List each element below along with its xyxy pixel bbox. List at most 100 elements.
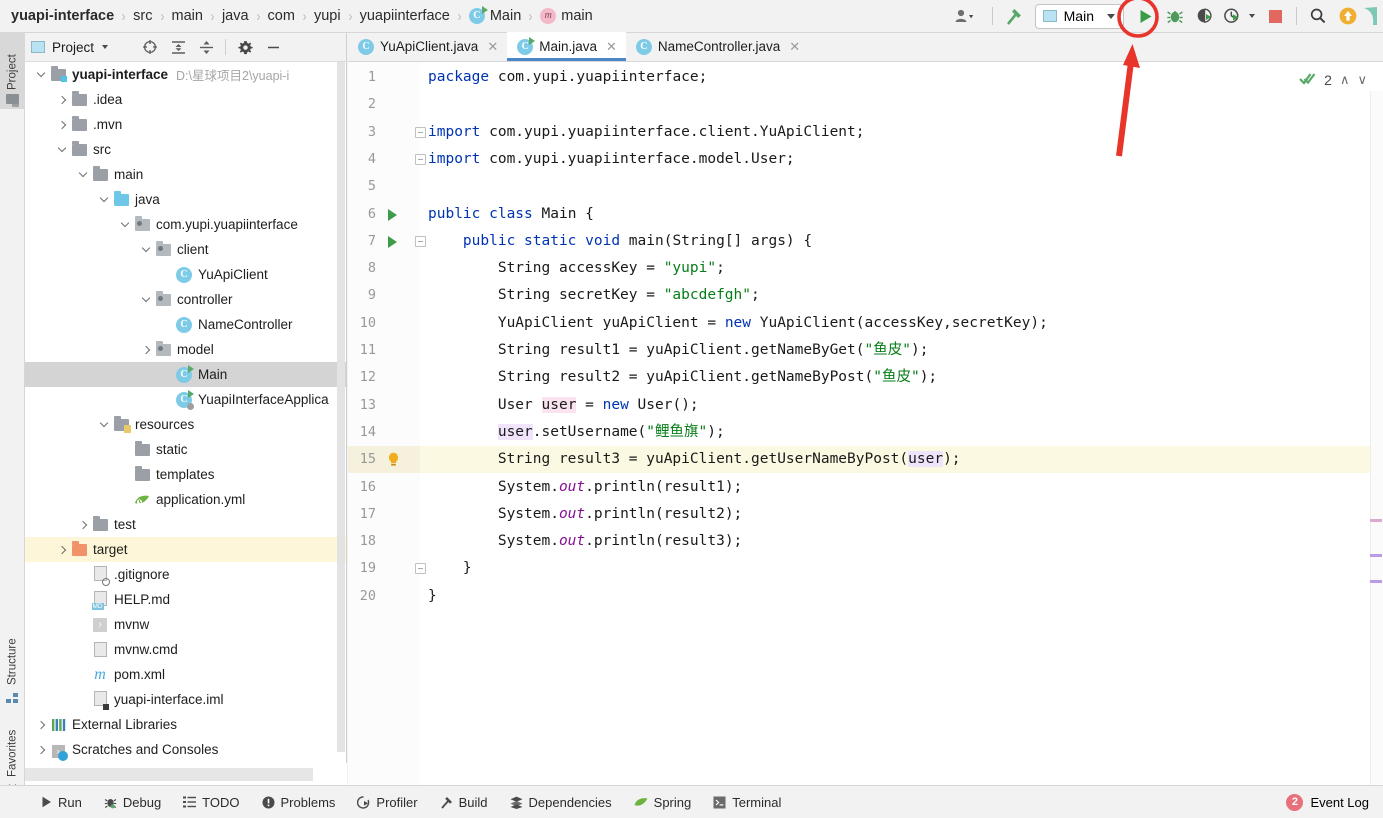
chevron-right-icon[interactable] [33, 717, 49, 733]
tree-node-static[interactable]: static [25, 437, 346, 462]
gutter-run-icon[interactable] [388, 235, 397, 248]
tree-node-client[interactable]: client [25, 237, 346, 262]
chevron-right-icon[interactable] [75, 517, 91, 533]
build-hammer-icon[interactable] [999, 2, 1029, 30]
breadcrumb-item-main[interactable]: C Main [468, 7, 521, 25]
intention-bulb-icon[interactable] [387, 452, 399, 466]
tree-node-yuapiclient[interactable]: C YuApiClient [25, 262, 346, 287]
prev-highlight-button[interactable]: ∧ [1340, 72, 1350, 88]
update-button[interactable] [1333, 2, 1363, 30]
tree-node-namecontroller[interactable]: C NameController [25, 312, 346, 337]
tree-node-mvnw[interactable]: › mvnw [25, 612, 346, 637]
chevron-down-icon[interactable] [138, 292, 154, 308]
editor-tab-namecontroller-java[interactable]: C NameController.java ✕ [626, 32, 809, 61]
run-button[interactable] [1130, 2, 1160, 30]
tree-node-target[interactable]: target [25, 537, 346, 562]
debug-button[interactable] [1160, 2, 1190, 30]
tree-node-help-md[interactable]: MD HELP.md [25, 587, 346, 612]
tree-node-main[interactable]: main [25, 162, 346, 187]
search-button[interactable] [1303, 2, 1333, 30]
profiler-dropdown[interactable] [1244, 2, 1260, 30]
tree-node-application-yml[interactable]: application.yml [25, 487, 346, 512]
status-bar-terminal[interactable]: Terminal [702, 786, 792, 818]
editor-marker[interactable] [1370, 519, 1382, 522]
close-icon[interactable]: ✕ [606, 39, 617, 55]
inspection-widget[interactable]: 2 ∧ ∨ [1299, 71, 1367, 89]
editor-tab-yuapiclient-java[interactable]: C YuApiClient.java ✕ [348, 32, 507, 61]
close-icon[interactable]: ✕ [789, 39, 800, 55]
status-bar-todo[interactable]: TODO [172, 786, 250, 818]
tree-node-yuapi-interface-iml[interactable]: yuapi-interface.iml [25, 687, 346, 712]
chevron-down-icon[interactable] [96, 192, 112, 208]
breadcrumb-item-yuapi-interface[interactable]: yuapi-interface [11, 8, 114, 24]
account-avatar[interactable] [1363, 2, 1377, 30]
tree-node-test[interactable]: test [25, 512, 346, 537]
tree-node-external-libraries[interactable]: External Libraries [25, 712, 346, 737]
breadcrumb-item-main[interactable]: m main [540, 7, 593, 25]
chevron-down-icon[interactable] [138, 242, 154, 258]
tree-node-yuapiinterfaceapplica[interactable]: C YuapiInterfaceApplica [25, 387, 346, 412]
project-tree-vscrollbar[interactable] [336, 62, 346, 762]
tree-node--gitignore[interactable]: .gitignore [25, 562, 346, 587]
chevron-right-icon[interactable] [54, 92, 70, 108]
breadcrumb-item-yuapiinterface[interactable]: yuapiinterface [360, 8, 450, 24]
code-content[interactable]: package com.yupi.yuapiinterface; import c… [420, 62, 1383, 785]
tree-node-controller[interactable]: controller [25, 287, 346, 312]
editor-marker-bar[interactable] [1370, 91, 1383, 814]
tree-node-scratches-and-consoles[interactable]: › Scratches and Consoles [25, 737, 346, 762]
tree-node-resources[interactable]: resources [25, 412, 346, 437]
status-bar-profiler[interactable]: Profiler [346, 786, 428, 818]
editor-gutter[interactable]: 1 2 3 4 5 6 7 8 9 10 11 12 13 14 15 16 17 18 19 20 [348, 62, 426, 785]
editor-marker[interactable] [1370, 580, 1382, 583]
sidebar-item-project[interactable]: Project [0, 33, 25, 109]
status-bar-problems[interactable]: Problems [251, 786, 347, 818]
sidebar-item-structure[interactable]: Structure [0, 628, 25, 708]
stop-button[interactable] [1260, 2, 1290, 30]
chevron-down-icon[interactable] [102, 45, 109, 49]
event-log-button[interactable]: 2 Event Log [1286, 793, 1369, 811]
editor-tab-main-java[interactable]: C Main.java ✕ [507, 32, 626, 61]
close-icon[interactable]: ✕ [487, 39, 498, 55]
editor-marker[interactable] [1370, 554, 1382, 557]
tree-node--idea[interactable]: .idea [25, 87, 346, 112]
breadcrumb-item-com[interactable]: com [268, 8, 295, 24]
tree-node--mvn[interactable]: .mvn [25, 112, 346, 137]
tree-node-templates[interactable]: templates [25, 462, 346, 487]
breadcrumb-item-src[interactable]: src [133, 8, 152, 24]
tree-node-main[interactable]: C Main [25, 362, 346, 387]
chevron-down-icon[interactable] [117, 217, 133, 233]
status-bar-run[interactable]: Run [30, 786, 93, 818]
chevron-right-icon[interactable] [54, 542, 70, 558]
breadcrumb-item-java[interactable]: java [222, 8, 249, 24]
project-tree-hscrollbar[interactable] [25, 763, 347, 785]
status-bar-debug[interactable]: Debug [93, 786, 172, 818]
tree-node-pom-xml[interactable]: m pom.xml [25, 662, 346, 687]
chevron-down-icon[interactable] [33, 67, 49, 83]
run-configuration-selector[interactable]: Main [1034, 3, 1124, 29]
status-bar-dependencies[interactable]: Dependencies [499, 786, 623, 818]
user-account-icon[interactable] [944, 2, 986, 30]
chevron-down-icon[interactable] [96, 417, 112, 433]
code-editor[interactable]: 1 2 3 4 5 6 7 8 9 10 11 12 13 14 15 16 17 18 19 20 package … [348, 62, 1383, 814]
next-highlight-button[interactable]: ∨ [1357, 72, 1367, 88]
tree-node-mvnw-cmd[interactable]: mvnw.cmd [25, 637, 346, 662]
gutter-run-icon[interactable] [388, 208, 397, 221]
status-bar-spring[interactable]: Spring [623, 786, 703, 818]
profiler-button[interactable] [1220, 2, 1244, 30]
chevron-right-icon[interactable] [33, 742, 49, 758]
tree-node-yuapi-interface[interactable]: yuapi-interface D:\星球项目2\yuapi-i [25, 62, 346, 87]
settings-gear-icon[interactable] [233, 36, 257, 58]
expand-all-icon[interactable] [166, 36, 190, 58]
minimize-icon[interactable] [261, 36, 285, 58]
tree-node-src[interactable]: src [25, 137, 346, 162]
chevron-down-icon[interactable] [75, 167, 91, 183]
project-tree[interactable]: yuapi-interface D:\星球项目2\yuapi-i .idea .mvn… [25, 62, 346, 762]
tree-node-java[interactable]: java [25, 187, 346, 212]
locate-icon[interactable] [138, 36, 162, 58]
tree-node-com-yupi-yuapiinterface[interactable]: com.yupi.yuapiinterface [25, 212, 346, 237]
chevron-down-icon[interactable] [54, 142, 70, 158]
tree-node-model[interactable]: model [25, 337, 346, 362]
collapse-all-icon[interactable] [194, 36, 218, 58]
chevron-right-icon[interactable] [54, 117, 70, 133]
run-with-coverage-button[interactable] [1190, 2, 1220, 30]
